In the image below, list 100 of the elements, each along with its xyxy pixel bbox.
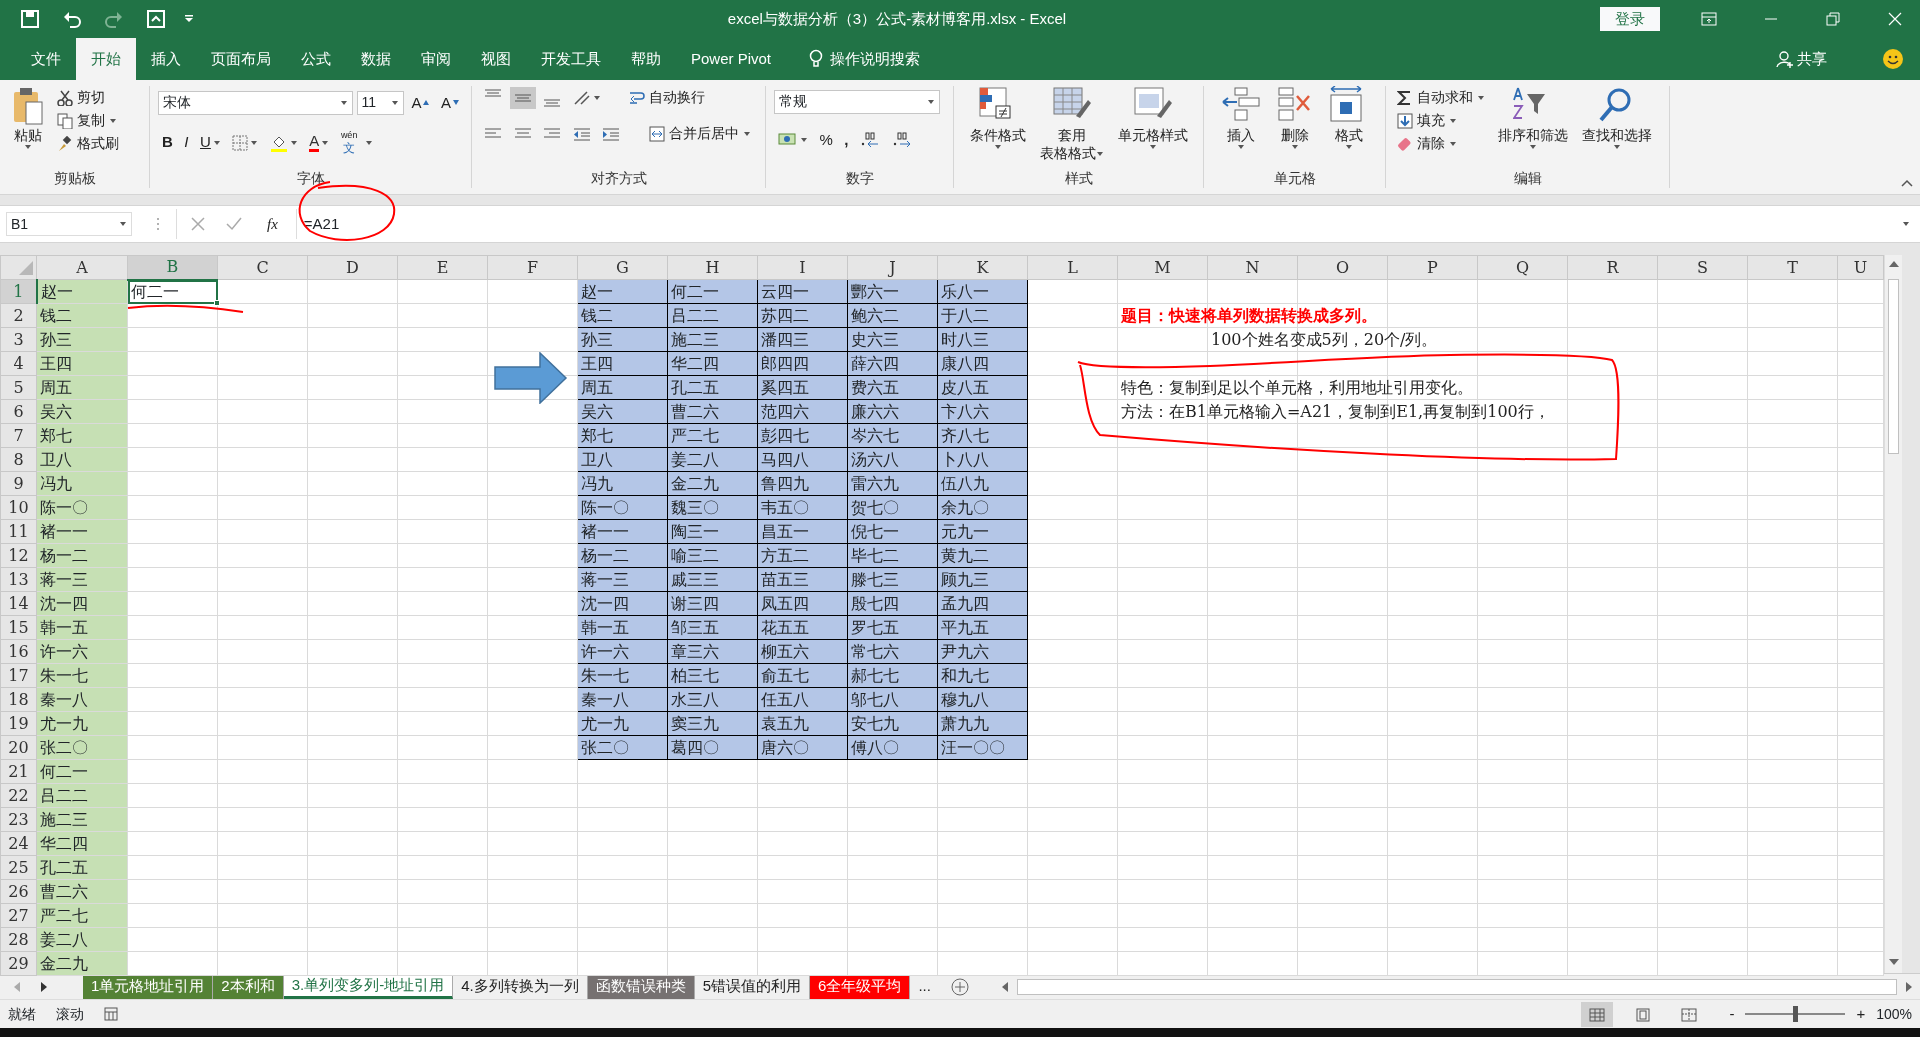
ribbon-button[interactable]: 排序和筛选 xyxy=(1494,86,1572,168)
row-header[interactable]: 1 xyxy=(0,279,37,304)
ribbon-button[interactable]: 条件格式 xyxy=(965,86,1030,168)
row-header[interactable]: 22 xyxy=(0,783,37,808)
row-header[interactable]: 11 xyxy=(0,519,37,544)
column-header[interactable]: I xyxy=(757,255,848,280)
row-header[interactable]: 5 xyxy=(0,375,37,400)
row-header[interactable]: 28 xyxy=(0,927,37,952)
comma-button[interactable]: , xyxy=(840,126,853,153)
column-header[interactable]: U xyxy=(1837,255,1884,280)
ribbon-button[interactable]: 复制 xyxy=(54,109,122,132)
column-header[interactable]: A xyxy=(36,255,128,280)
row-header[interactable]: 7 xyxy=(0,423,37,448)
row-header[interactable]: 19 xyxy=(0,711,37,736)
scroll-left-icon[interactable] xyxy=(1001,981,1008,992)
column-header[interactable]: P xyxy=(1387,255,1478,280)
restore-icon[interactable] xyxy=(1824,10,1842,28)
scroll-right-icon[interactable] xyxy=(1906,981,1912,992)
row-header[interactable]: 4 xyxy=(0,351,37,376)
smiley-icon[interactable] xyxy=(1882,48,1904,70)
slider-thumb[interactable] xyxy=(1793,1006,1799,1022)
ribbon-button[interactable]: 套用 表格格式 xyxy=(1035,86,1108,168)
column-header[interactable]: F xyxy=(487,255,578,280)
column-header[interactable]: Q xyxy=(1477,255,1568,280)
column-header[interactable]: L xyxy=(1027,255,1118,280)
row-header[interactable]: 26 xyxy=(0,879,37,904)
ribbon-button[interactable]: 合并后居中 xyxy=(645,122,754,145)
sheet-tab[interactable]: 函数错误种类 xyxy=(587,974,695,999)
macro-record-icon[interactable] xyxy=(104,1007,118,1021)
ribbon-button[interactable]: 查找和选择 xyxy=(1578,86,1656,168)
scroll-up-icon[interactable] xyxy=(1889,261,1899,267)
percent-button[interactable]: % xyxy=(815,126,837,153)
name-box[interactable]: B1 xyxy=(6,212,132,236)
ribbon-button[interactable]: 单元格样式 xyxy=(1113,86,1192,168)
collapse-ribbon-icon[interactable] xyxy=(1901,179,1913,187)
menu-tab[interactable]: 公式 xyxy=(286,38,346,80)
column-header[interactable]: D xyxy=(307,255,398,280)
column-header[interactable]: J xyxy=(847,255,938,280)
sheet-tab[interactable]: 3.单列变多列-地址引用 xyxy=(283,974,454,999)
close-icon[interactable] xyxy=(1886,10,1904,28)
menu-tab[interactable]: 插入 xyxy=(136,38,196,80)
row-header[interactable]: 23 xyxy=(0,807,37,832)
row-header[interactable]: 15 xyxy=(0,615,37,640)
menu-tab[interactable]: 帮助 xyxy=(616,38,676,80)
ribbon-button[interactable]: 填充 xyxy=(1394,109,1488,132)
column-header[interactable]: S xyxy=(1657,255,1748,280)
sheet-tab[interactable]: 1单元格地址引用 xyxy=(83,974,214,999)
row-header[interactable]: 24 xyxy=(0,831,37,856)
column-header[interactable]: B xyxy=(127,255,218,280)
share-button[interactable]: 共享 xyxy=(1760,38,1842,80)
row-header[interactable]: 25 xyxy=(0,855,37,880)
row-header[interactable]: 10 xyxy=(0,495,37,520)
check-icon[interactable] xyxy=(226,217,242,231)
row-header[interactable]: 27 xyxy=(0,903,37,928)
menu-tab[interactable]: 数据 xyxy=(346,38,406,80)
row-header[interactable]: 12 xyxy=(0,543,37,568)
ribbon-button[interactable]: 自动求和 xyxy=(1394,86,1488,109)
formula-field[interactable]: =A21 xyxy=(296,212,1892,236)
insert-function-button[interactable]: fx xyxy=(263,210,282,238)
zoom-out-button[interactable]: - xyxy=(1725,1000,1739,1028)
column-header[interactable]: E xyxy=(397,255,488,280)
font-style-button[interactable]: U xyxy=(196,129,225,156)
row-header[interactable]: 3 xyxy=(0,327,37,352)
menu-tab[interactable]: 审阅 xyxy=(406,38,466,80)
row-header[interactable]: 14 xyxy=(0,591,37,616)
column-header[interactable]: T xyxy=(1747,255,1838,280)
column-header[interactable]: N xyxy=(1207,255,1298,280)
font-color-button[interactable]: A xyxy=(305,131,334,154)
login-button[interactable]: 登录 xyxy=(1600,6,1660,32)
phonetic-button[interactable]: wén 文 xyxy=(336,129,362,156)
font-size-field[interactable]: 11 xyxy=(356,90,404,115)
font-name-field[interactable]: 宋体 xyxy=(158,90,354,115)
sheet-tab[interactable]: 6全年级平均 xyxy=(810,974,911,999)
row-header[interactable]: 21 xyxy=(0,759,37,784)
row-header[interactable]: 18 xyxy=(0,687,37,712)
column-header[interactable]: G xyxy=(577,255,668,280)
menu-tab[interactable]: 开发工具 xyxy=(526,38,616,80)
menu-tab[interactable]: 文件 xyxy=(16,38,76,80)
tell-me-search[interactable]: 操作说明搜索 xyxy=(794,38,936,80)
column-header[interactable]: H xyxy=(667,255,758,280)
number-format-field[interactable]: 常规 xyxy=(774,89,940,114)
row-header[interactable]: 17 xyxy=(0,663,37,688)
align-button[interactable] xyxy=(509,86,536,109)
row-header[interactable]: 6 xyxy=(0,399,37,424)
ribbon-button[interactable]: 删除 xyxy=(1270,86,1319,168)
ribbon-button[interactable]: 格式 xyxy=(1324,86,1373,168)
paste-button[interactable]: 粘贴 xyxy=(8,86,48,168)
grow-font-button[interactable]: A xyxy=(407,89,434,116)
row-header[interactable]: 16 xyxy=(0,639,37,664)
menu-tab[interactable]: 开始 xyxy=(76,38,136,80)
font-style-button[interactable]: I xyxy=(180,129,193,156)
menu-tab[interactable]: 页面布局 xyxy=(196,38,286,80)
zoom-in-button[interactable]: + xyxy=(1852,1000,1870,1028)
menu-tab[interactable]: Power Pivot xyxy=(676,38,787,80)
ribbon-button[interactable]: 剪切 xyxy=(54,86,122,109)
column-header[interactable]: R xyxy=(1567,255,1658,280)
shrink-font-button[interactable]: A xyxy=(437,89,463,116)
scroll-down-icon[interactable] xyxy=(1889,959,1899,965)
ribbon-button[interactable]: 清除 xyxy=(1394,132,1488,155)
menu-tab[interactable]: 视图 xyxy=(466,38,526,80)
